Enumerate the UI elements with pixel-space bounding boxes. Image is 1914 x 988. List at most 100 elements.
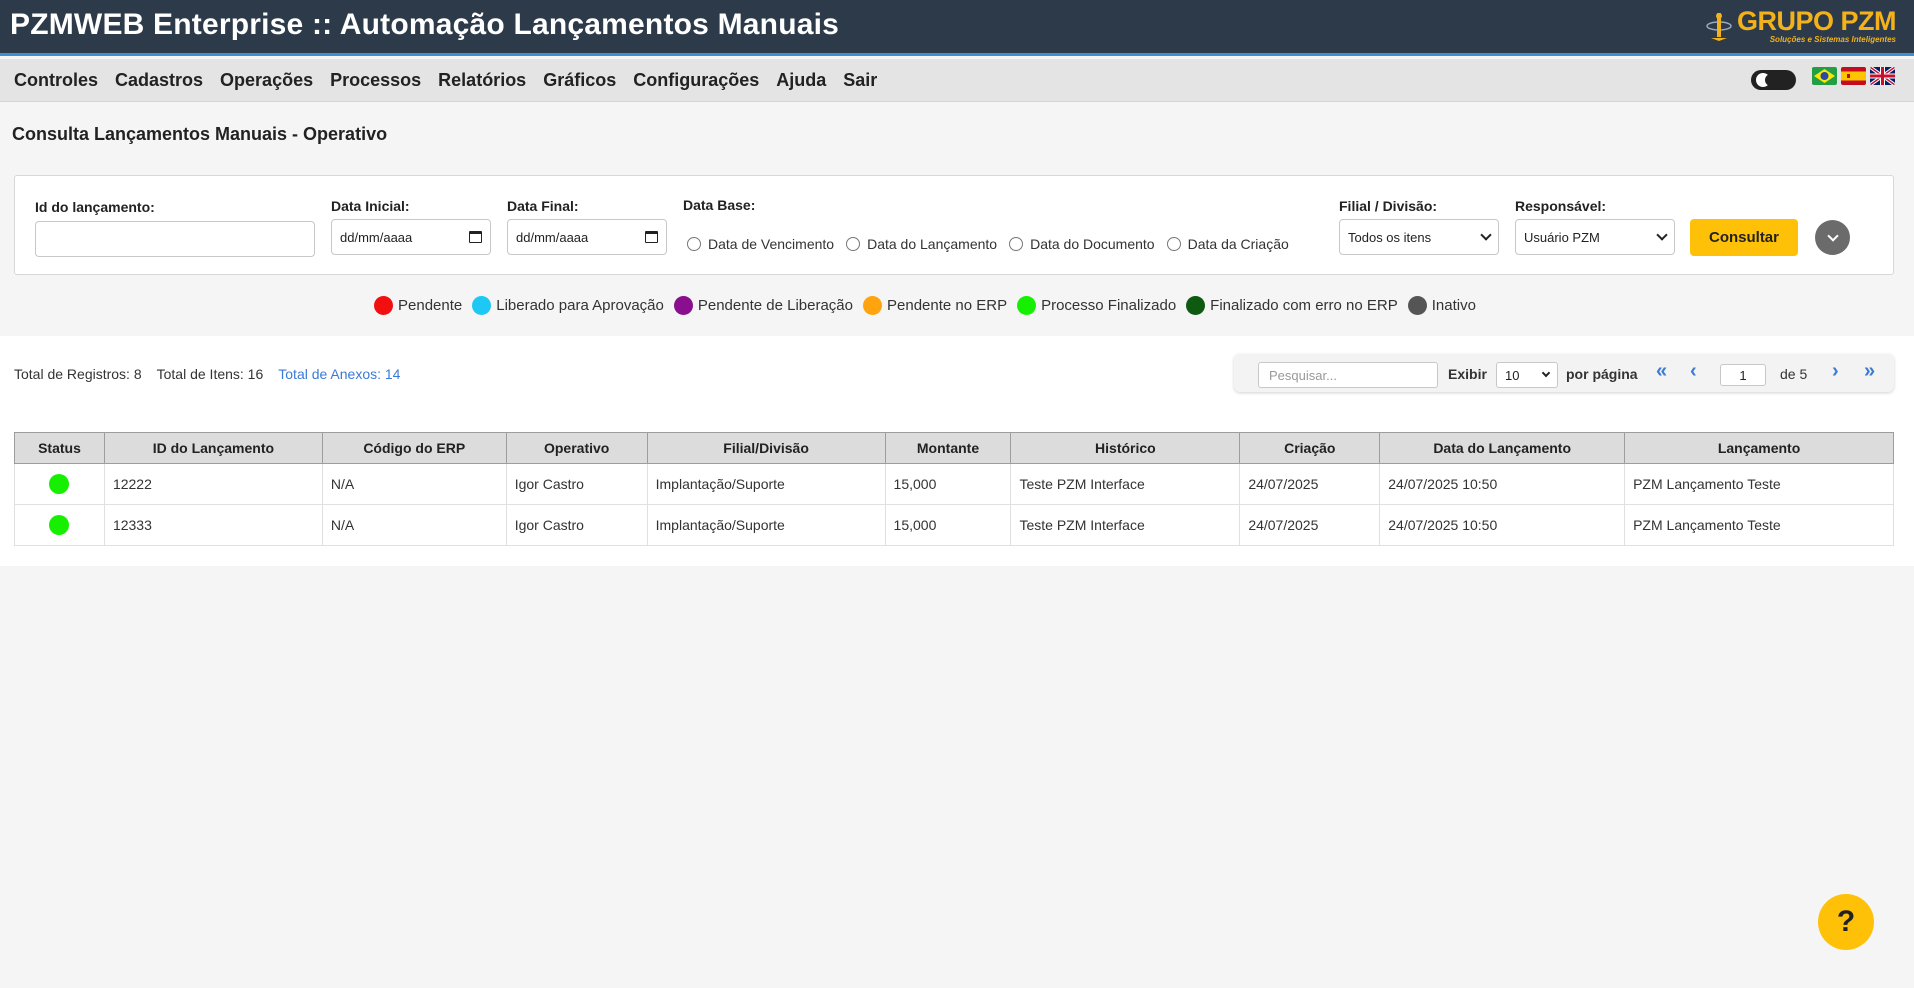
col-historico[interactable]: Histórico xyxy=(1010,432,1241,464)
flag-brazil-icon[interactable] xyxy=(1812,67,1837,85)
legend-label: Pendente de Liberação xyxy=(697,297,853,314)
filter-panel: Id do lançamento: Data Inicial: dd/mm/aa… xyxy=(14,175,1894,275)
id-lancamento-input[interactable] xyxy=(35,221,315,257)
chevron-down-icon xyxy=(1826,229,1839,242)
radio-circle[interactable] xyxy=(687,237,701,251)
data-inicial-input[interactable]: dd/mm/aaaa xyxy=(331,219,491,255)
cell-id: 12333 xyxy=(103,504,323,546)
radio-circle[interactable] xyxy=(1009,237,1024,251)
cell-montante: 15,000 xyxy=(884,463,1012,505)
radio-circle[interactable] xyxy=(846,237,861,251)
radio-label: Data do Lançamento xyxy=(867,236,998,252)
menu-relatorios[interactable]: Relatórios xyxy=(438,70,526,91)
chevron-down-icon xyxy=(1656,229,1668,241)
search-input[interactable]: Pesquisar... xyxy=(1258,362,1438,388)
app-title: PZMWEB Enterprise :: Automação Lançament… xyxy=(10,8,840,41)
last-page-button[interactable]: » xyxy=(1864,360,1875,383)
data-final-label: Data Final: xyxy=(507,198,579,214)
total-itens: Total de Itens: 16 xyxy=(156,366,264,382)
col-criacao[interactable]: Criação xyxy=(1239,432,1381,464)
page-size-select[interactable]: 10 xyxy=(1496,362,1558,388)
legend-label: Pendente no ERP xyxy=(887,297,1008,314)
cell-historico: Teste PZM Interface xyxy=(1010,463,1241,505)
col-status[interactable]: Status xyxy=(14,432,105,464)
radio-data-lancamento[interactable]: Data do Lançamento xyxy=(846,236,997,252)
legend-item: Finalizado com erro no ERP xyxy=(1186,296,1398,315)
menu-graficos[interactable]: Gráficos xyxy=(543,70,616,91)
dark-mode-toggle[interactable] xyxy=(1751,70,1796,90)
consultar-button[interactable]: Consultar xyxy=(1690,219,1798,256)
cell-lancamento: PZM Lançamento Teste xyxy=(1624,504,1894,546)
filial-select[interactable]: Todos os itens xyxy=(1339,219,1499,255)
data-base-radio-group: Data de Vencimento Data do Lançamento Da… xyxy=(687,236,1289,252)
radio-label: Data do Documento xyxy=(1030,236,1155,252)
status-dot-icon xyxy=(472,296,492,315)
menu-configuracoes[interactable]: Configurações xyxy=(633,70,759,91)
menu-operacoes[interactable]: Operações xyxy=(220,70,313,91)
menu-sair[interactable]: Sair xyxy=(843,70,877,91)
menu-processos[interactable]: Processos xyxy=(330,70,421,91)
table-row[interactable]: 12333 N/A Igor Castro Implantação/Suport… xyxy=(14,504,1894,546)
help-button[interactable]: ? xyxy=(1818,894,1874,950)
cell-filial: Implantação/Suporte xyxy=(646,463,886,505)
exibir-label: Exibir xyxy=(1448,366,1487,382)
cell-lancamento: PZM Lançamento Teste xyxy=(1624,463,1894,505)
total-registros: Total de Registros: 8 xyxy=(14,366,142,382)
prev-page-button[interactable]: ‹ xyxy=(1690,360,1697,383)
radio-data-criacao[interactable]: Data da Criação xyxy=(1166,236,1289,252)
cell-criacao: 24/07/2025 xyxy=(1239,504,1381,546)
lancamentos-table: Status ID do Lançamento Código do ERP Op… xyxy=(14,432,1894,546)
logo-name: GRUPO PZM xyxy=(1736,6,1897,36)
next-page-button[interactable]: › xyxy=(1832,360,1839,383)
col-operativo[interactable]: Operativo xyxy=(505,432,648,464)
first-page-button[interactable]: « xyxy=(1656,360,1667,383)
flag-uk-icon[interactable] xyxy=(1870,67,1895,85)
filial-value: Todos os itens xyxy=(1348,229,1432,245)
responsavel-value: Usuário PZM xyxy=(1524,229,1600,245)
col-filial[interactable]: Filial/Divisão xyxy=(646,432,886,464)
app-header: PZMWEB Enterprise :: Automação Lançament… xyxy=(0,0,1914,56)
filial-label: Filial / Divisão: xyxy=(1339,198,1438,214)
data-final-input[interactable]: dd/mm/aaaa xyxy=(507,219,667,255)
col-data-lancamento[interactable]: Data do Lançamento xyxy=(1379,432,1626,464)
col-id-lancamento[interactable]: ID do Lançamento xyxy=(103,432,323,464)
page-number-input[interactable]: 1 xyxy=(1720,364,1766,386)
chevron-down-icon xyxy=(1480,229,1492,241)
cell-data-lancamento: 24/07/2025 10:50 xyxy=(1379,504,1626,546)
legend-item: Pendente no ERP xyxy=(863,296,1007,315)
responsavel-select[interactable]: Usuário PZM xyxy=(1515,219,1675,255)
calendar-icon[interactable] xyxy=(469,231,482,243)
company-logo: GRUPO PZM Soluções e Sistemas Inteligent… xyxy=(1705,6,1897,46)
radio-data-documento[interactable]: Data do Documento xyxy=(1009,236,1155,252)
totals-bar: Total de Registros: 8 Total de Itens: 16… xyxy=(14,366,400,382)
cell-filial: Implantação/Suporte xyxy=(646,504,886,546)
col-lancamento[interactable]: Lançamento xyxy=(1624,432,1894,464)
menu-controles[interactable]: Controles xyxy=(14,70,98,91)
page-count-label: de 5 xyxy=(1780,366,1808,382)
legend-label: Processo Finalizado xyxy=(1041,297,1177,314)
status-cell xyxy=(14,504,105,546)
col-montante[interactable]: Montante xyxy=(884,432,1012,464)
status-dot-icon xyxy=(1017,296,1037,315)
radio-data-vencimento[interactable]: Data de Vencimento xyxy=(687,236,834,252)
total-anexos-link[interactable]: Total de Anexos: 14 xyxy=(278,366,400,382)
menu-ajuda[interactable]: Ajuda xyxy=(776,70,826,91)
expand-filters-button[interactable] xyxy=(1815,220,1850,255)
pagination-bar: Pesquisar... Exibir 10 por página « ‹ 1 … xyxy=(1234,354,1894,392)
radio-label: Data de Vencimento xyxy=(708,236,835,252)
radio-circle[interactable] xyxy=(1166,237,1181,251)
flag-spain-icon[interactable] xyxy=(1841,67,1866,85)
legend-item: Processo Finalizado xyxy=(1017,296,1176,315)
menu-cadastros[interactable]: Cadastros xyxy=(115,70,203,91)
cell-criacao: 24/07/2025 xyxy=(1239,463,1381,505)
status-dot-icon xyxy=(1407,296,1427,315)
radio-label: Data da Criação xyxy=(1187,236,1289,252)
status-cell xyxy=(14,463,105,505)
col-codigo-erp[interactable]: Código do ERP xyxy=(321,432,507,464)
legend-item: Liberado para Aprovação xyxy=(472,296,664,315)
cell-historico: Teste PZM Interface xyxy=(1010,504,1241,546)
table-row[interactable]: 12222 N/A Igor Castro Implantação/Suport… xyxy=(14,463,1894,505)
calendar-icon[interactable] xyxy=(645,231,658,243)
legend-item: Pendente de Liberação xyxy=(673,296,853,315)
status-dot-icon xyxy=(49,474,70,494)
